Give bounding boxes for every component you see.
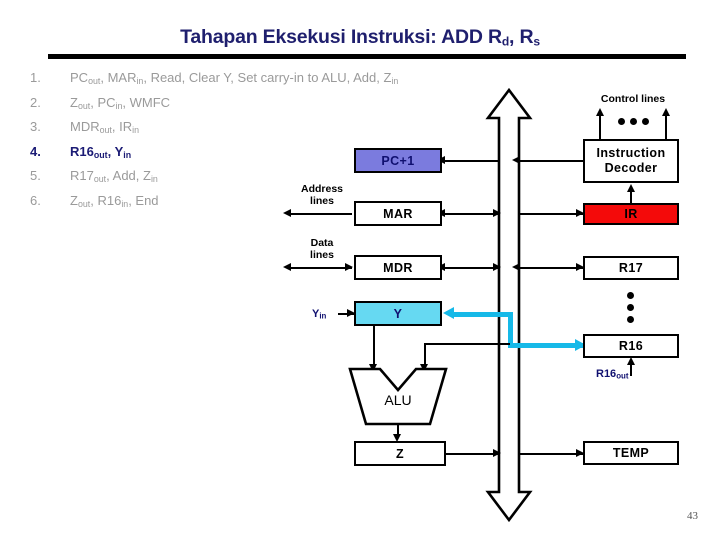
z-register-box[interactable]: Z [354, 441, 446, 466]
decoder-label-line2: Decoder [604, 161, 658, 175]
control-line-right [665, 114, 668, 139]
arrow-ir-into-decoder [627, 184, 635, 192]
register-ellipsis-dot-3 [627, 316, 634, 323]
r17-register-box[interactable]: R17 [583, 256, 679, 280]
control-lines-ellipsis-dot-1 [618, 118, 625, 125]
z-register-label: Z [395, 446, 405, 461]
temp-register-label: TEMP [612, 446, 650, 460]
instruction-decoder-box[interactable]: Instruction Decoder [583, 139, 679, 183]
slide-canvas: Tahapan Eksekusi Instruksi: ADD Rd, Rs 1… [0, 0, 720, 540]
control-line-left [599, 114, 602, 139]
r16-out-label: R16out [596, 368, 629, 381]
control-lines-label: Control lines [600, 93, 666, 105]
decoder-label-line1: Instruction [596, 146, 666, 160]
register-ellipsis-dot-2 [627, 304, 634, 311]
control-lines-ellipsis-dot-2 [630, 118, 637, 125]
arrow-control-line-left [596, 108, 604, 116]
temp-register-box[interactable]: TEMP [583, 441, 679, 465]
r17-register-label: R17 [618, 261, 644, 275]
ir-register-label: IR [624, 207, 638, 221]
wire-ir-to-decoder [630, 190, 633, 204]
arrow-r16-out [627, 357, 635, 365]
page-number: 43 [687, 510, 698, 522]
r16-register-box[interactable]: R16 [583, 334, 679, 358]
ir-register-box[interactable]: IR [583, 203, 679, 225]
r16-register-label: R16 [618, 339, 644, 353]
register-ellipsis-dot-1 [627, 292, 634, 299]
control-lines-ellipsis-dot-3 [642, 118, 649, 125]
arrow-control-line-right [662, 108, 670, 116]
alu-label: ALU [384, 392, 412, 408]
